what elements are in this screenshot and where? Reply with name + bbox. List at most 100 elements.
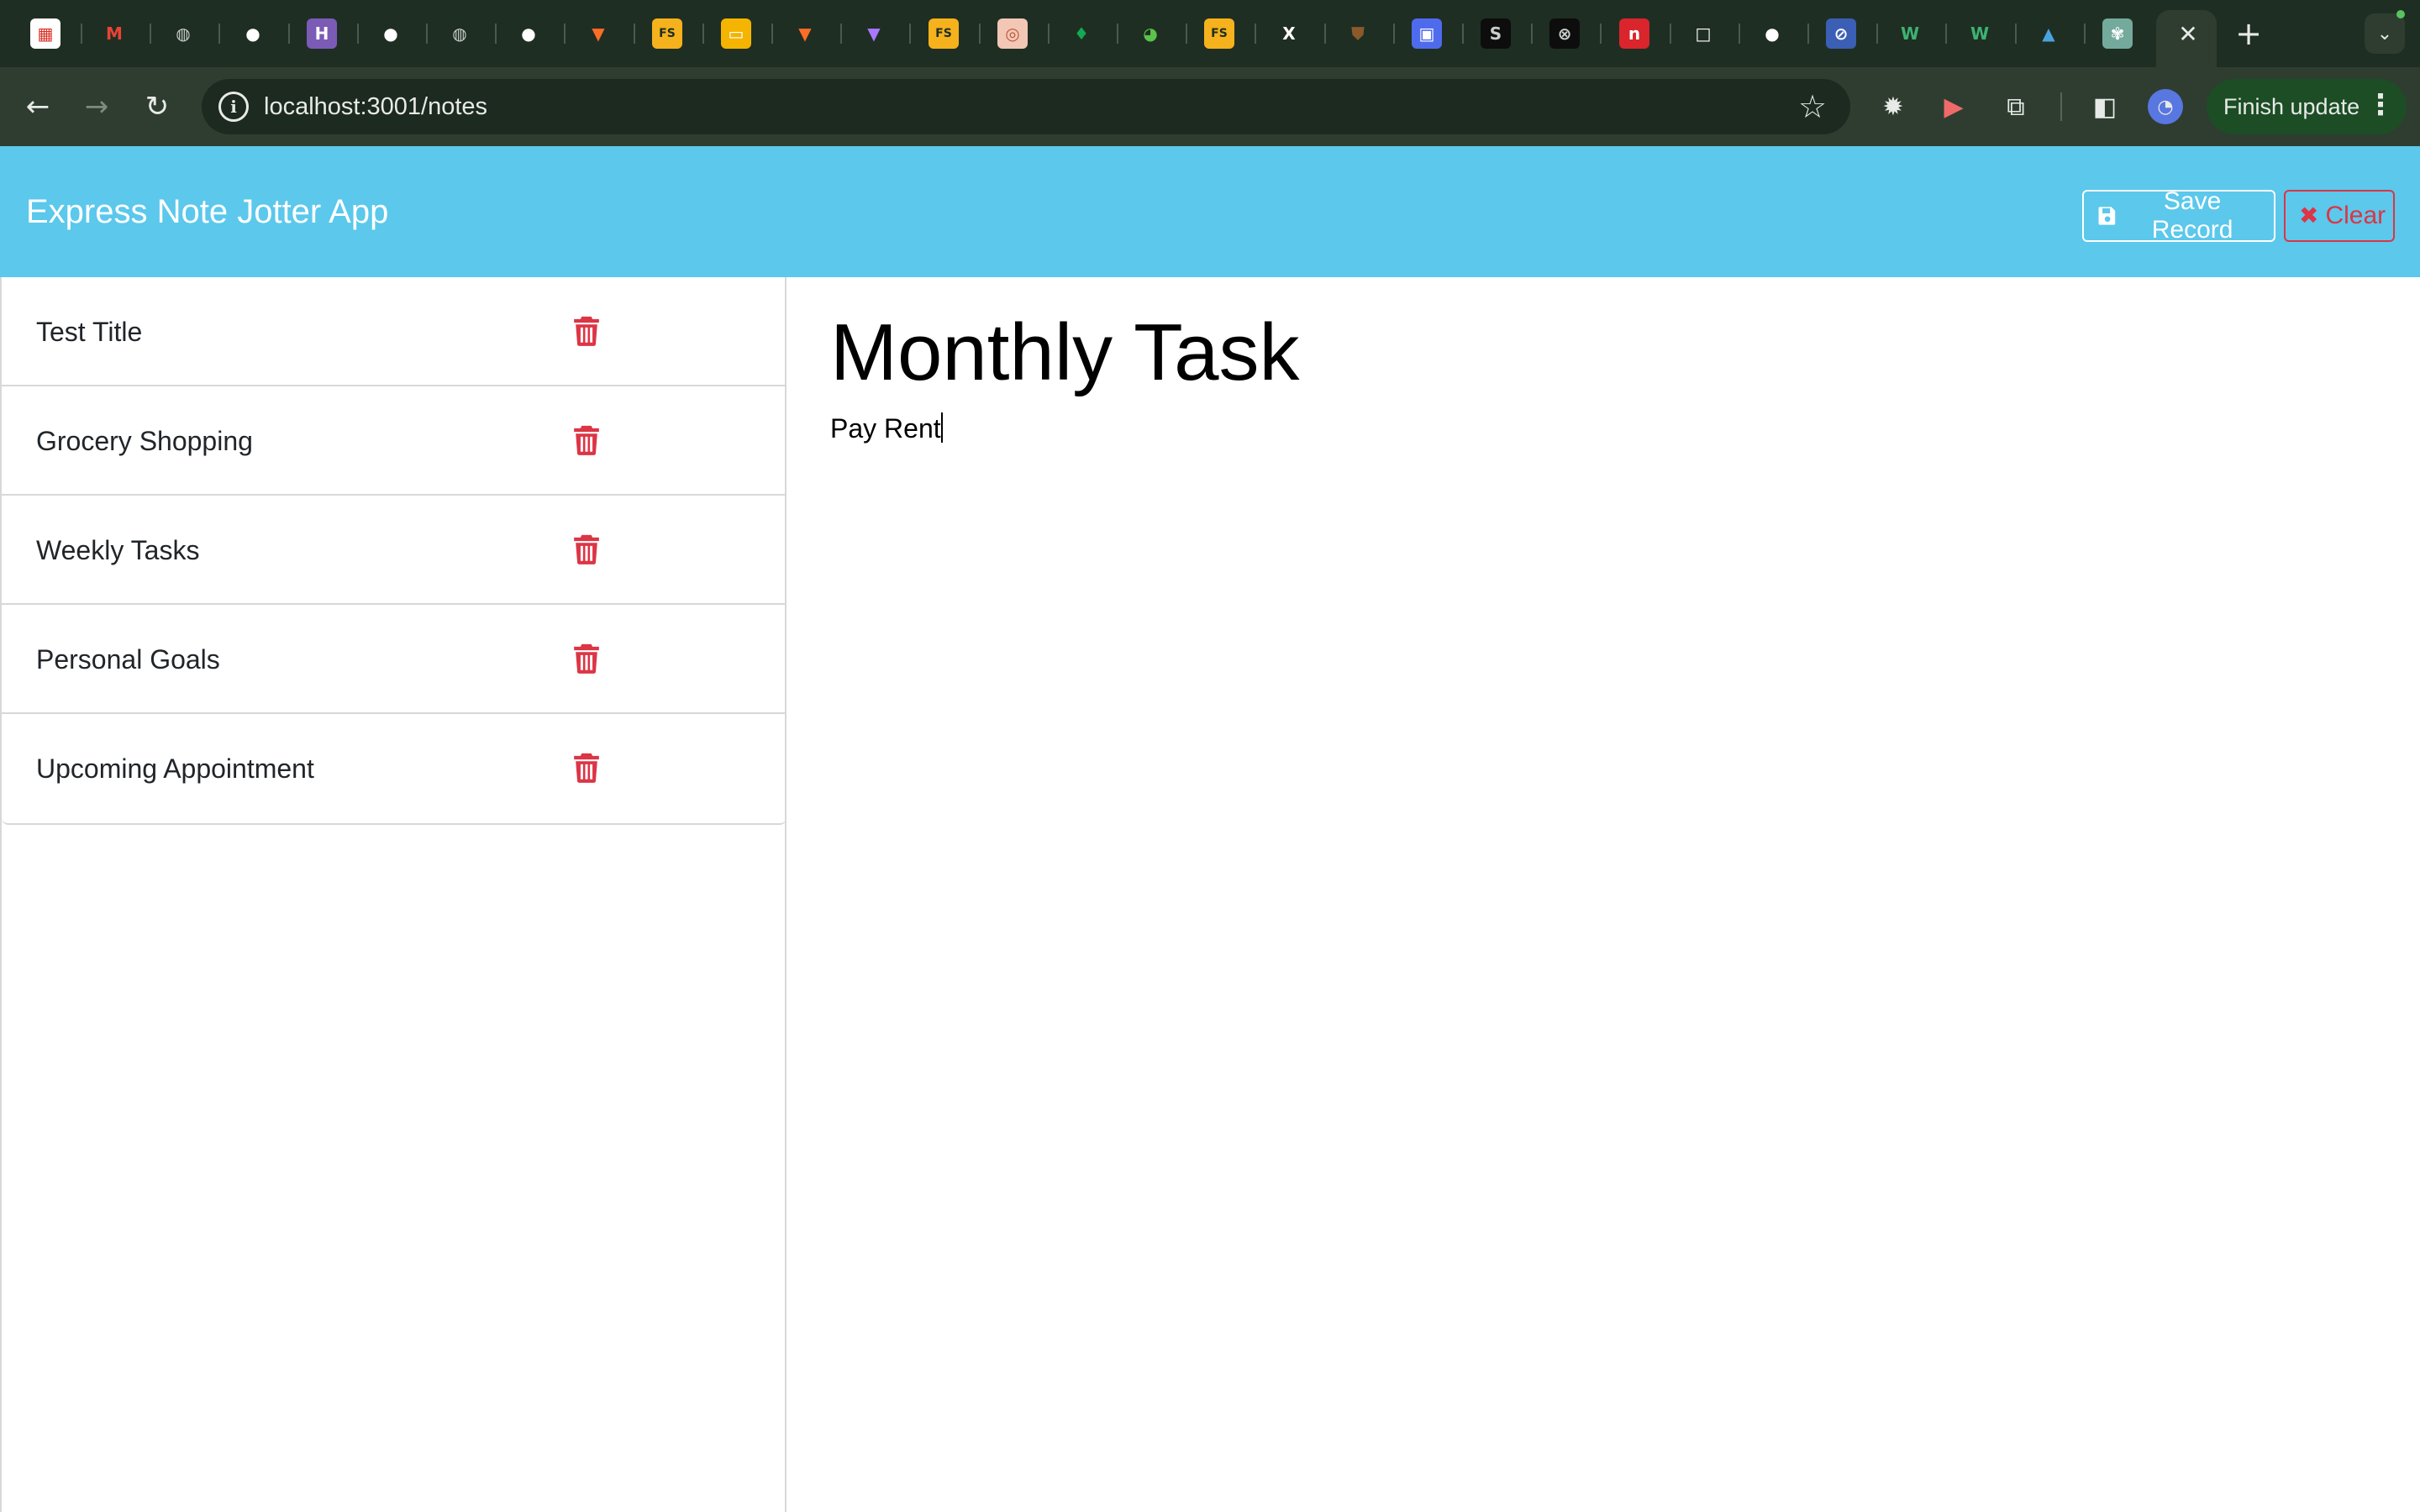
tab-separator bbox=[1876, 24, 1878, 44]
tab-compass-icon[interactable]: ⊘ bbox=[1826, 18, 1856, 49]
tab-separator bbox=[1117, 24, 1118, 44]
notes-sidebar: Test Title Grocery Shopping Weekly Tasks Pe… bbox=[0, 277, 786, 1512]
forward-button[interactable]: → bbox=[77, 87, 116, 126]
tab-mountain-icon[interactable]: ▲ bbox=[2033, 18, 2064, 49]
bookmark-star-icon[interactable]: ☆ bbox=[1793, 87, 1832, 126]
profile-avatar-icon[interactable]: ◔ bbox=[2148, 89, 2183, 124]
tab-separator bbox=[702, 24, 704, 44]
tab-heroku-icon[interactable]: H bbox=[307, 18, 337, 49]
tab-frog-icon[interactable]: ◕ bbox=[1135, 18, 1165, 49]
toolbar-divider bbox=[2060, 92, 2062, 121]
note-title-label: Upcoming Appointment bbox=[36, 753, 314, 784]
tab-gmail-icon[interactable]: M bbox=[99, 18, 129, 49]
note-list-item[interactable]: Test Title bbox=[2, 277, 786, 386]
tab-s-circle-icon[interactable]: S bbox=[1481, 18, 1511, 49]
extensions-puzzle-icon[interactable]: ⧉ bbox=[1998, 89, 2033, 124]
tab-github-icon[interactable]: ● bbox=[1757, 18, 1787, 49]
tab-separator bbox=[150, 24, 151, 44]
note-editor: Monthly Task Pay Rent bbox=[788, 277, 2420, 1512]
tab-donut-icon[interactable]: ◎ bbox=[997, 18, 1028, 49]
tab-fs-icon[interactable]: FS bbox=[1204, 18, 1234, 49]
note-list-item[interactable]: Weekly Tasks bbox=[2, 496, 786, 605]
tab-separator bbox=[1324, 24, 1326, 44]
app-title[interactable]: Express Note Jotter App bbox=[26, 146, 388, 277]
tab-gitlab-icon[interactable]: ▼ bbox=[790, 18, 820, 49]
tab-x-icon[interactable]: X bbox=[1274, 18, 1304, 49]
tab-separator bbox=[771, 24, 773, 44]
tab-separator bbox=[1048, 24, 1050, 44]
tab-gitlab-icon[interactable]: ▼ bbox=[583, 18, 613, 49]
new-tab-button[interactable]: + bbox=[2232, 15, 2265, 52]
tab-separator bbox=[1393, 24, 1395, 44]
note-title-label: Personal Goals bbox=[36, 644, 220, 675]
delete-trash-icon[interactable] bbox=[573, 315, 600, 347]
tab-separator bbox=[1531, 24, 1533, 44]
tab-printer-icon[interactable]: ▣ bbox=[1412, 18, 1442, 49]
tab-mongodb-icon[interactable]: ♦ bbox=[1066, 18, 1097, 49]
text-caret bbox=[940, 412, 943, 443]
note-list-item[interactable]: Grocery Shopping bbox=[2, 386, 786, 496]
note-title-input[interactable]: Monthly Task bbox=[830, 302, 2343, 403]
tab-separator bbox=[1462, 24, 1464, 44]
tab-w-icon[interactable]: W bbox=[1895, 18, 1925, 49]
finish-update-button[interactable]: Finish update ⋮ bbox=[2207, 79, 2407, 134]
tab-slides-icon[interactable]: ▭ bbox=[721, 18, 751, 49]
tab-separator bbox=[1186, 24, 1187, 44]
tab-x-circle-icon[interactable]: ⊗ bbox=[1549, 18, 1580, 49]
tab-separator bbox=[1945, 24, 1947, 44]
site-info-icon[interactable]: i bbox=[218, 92, 249, 122]
delete-trash-icon[interactable] bbox=[573, 752, 600, 784]
save-record-button[interactable]: Save Record bbox=[2082, 187, 2275, 244]
extension-gear-icon[interactable]: ✹ bbox=[1876, 89, 1911, 124]
browser-toolbar: ← → ↻ i localhost:3001/notes ☆ ✹ ▶ ⧉ ◧ ◔… bbox=[0, 67, 2420, 146]
tab-n-square-icon[interactable]: n bbox=[1619, 18, 1649, 49]
close-tab-icon[interactable]: ✕ bbox=[2173, 18, 2203, 49]
tab-square-icon[interactable]: □ bbox=[1688, 18, 1718, 49]
clear-button[interactable]: ✖ Clear bbox=[2284, 190, 2395, 242]
tab-w-icon[interactable]: W bbox=[1965, 18, 1995, 49]
tab-globe-icon[interactable]: ◍ bbox=[445, 18, 475, 49]
note-title-label: Grocery Shopping bbox=[36, 426, 253, 456]
note-body-textarea[interactable]: Pay Rent bbox=[830, 412, 2343, 445]
tab-separator bbox=[495, 24, 497, 44]
tab-github-icon[interactable]: ● bbox=[376, 18, 406, 49]
tab-github-icon[interactable]: ● bbox=[238, 18, 268, 49]
back-button[interactable]: ← bbox=[18, 87, 57, 126]
close-x-icon: ✖ bbox=[2299, 202, 2319, 229]
save-record-label: Save Record bbox=[2151, 187, 2233, 244]
side-panel-icon[interactable]: ◧ bbox=[2087, 89, 2123, 124]
tab-separator bbox=[2015, 24, 2017, 44]
tab-calendar-icon[interactable]: ▦ bbox=[30, 18, 60, 49]
finish-update-label: Finish update bbox=[2223, 93, 2360, 119]
browser-tab-strip: ▦ M ◍ ● H ● ◍ ● ▼ FS ▭ ▼ ▼ FS ◎ ♦ ◕ FS X ⛊ ▣ S ⊗ n □ ● ⊘ W W ▲ ✾ ✕ + ⌄ bbox=[0, 0, 2420, 67]
note-title-label: Weekly Tasks bbox=[36, 535, 200, 565]
reload-button[interactable]: ↻ bbox=[138, 87, 176, 126]
delete-trash-icon[interactable] bbox=[573, 643, 600, 675]
tab-vite-icon[interactable]: ▼ bbox=[859, 18, 889, 49]
note-list-item[interactable]: Upcoming Appointment bbox=[2, 714, 786, 823]
save-disk-icon bbox=[2098, 207, 2116, 225]
address-url[interactable]: localhost:3001/notes bbox=[264, 79, 487, 134]
tab-separator bbox=[909, 24, 911, 44]
tab-globe-icon[interactable]: ◍ bbox=[168, 18, 198, 49]
tab-separator bbox=[81, 24, 82, 44]
delete-trash-icon[interactable] bbox=[573, 424, 600, 456]
tab-separator bbox=[2084, 24, 2086, 44]
tab-shield-icon[interactable]: ⛊ bbox=[1343, 18, 1373, 49]
tab-fs-icon[interactable]: FS bbox=[929, 18, 959, 49]
tab-separator bbox=[564, 24, 566, 44]
notes-list: Test Title Grocery Shopping Weekly Tasks Pe… bbox=[2, 277, 786, 825]
tab-search-button[interactable]: ⌄ bbox=[2365, 13, 2405, 54]
tab-github-icon[interactable]: ● bbox=[513, 18, 544, 49]
extension-camera-icon[interactable]: ▶ bbox=[1936, 89, 1971, 124]
browser-menu-icon[interactable]: ⋮ bbox=[2366, 79, 2395, 134]
delete-trash-icon[interactable] bbox=[573, 533, 600, 565]
tab-openai-icon[interactable]: ✾ bbox=[2102, 18, 2133, 49]
address-bar[interactable]: i localhost:3001/notes ☆ bbox=[202, 79, 1850, 134]
tab-separator bbox=[1255, 24, 1256, 44]
tab-separator bbox=[1739, 24, 1740, 44]
note-body-text: Pay Rent bbox=[830, 413, 941, 444]
note-list-item[interactable]: Personal Goals bbox=[2, 605, 786, 714]
tab-fs-icon[interactable]: FS bbox=[652, 18, 682, 49]
tab-separator bbox=[634, 24, 635, 44]
